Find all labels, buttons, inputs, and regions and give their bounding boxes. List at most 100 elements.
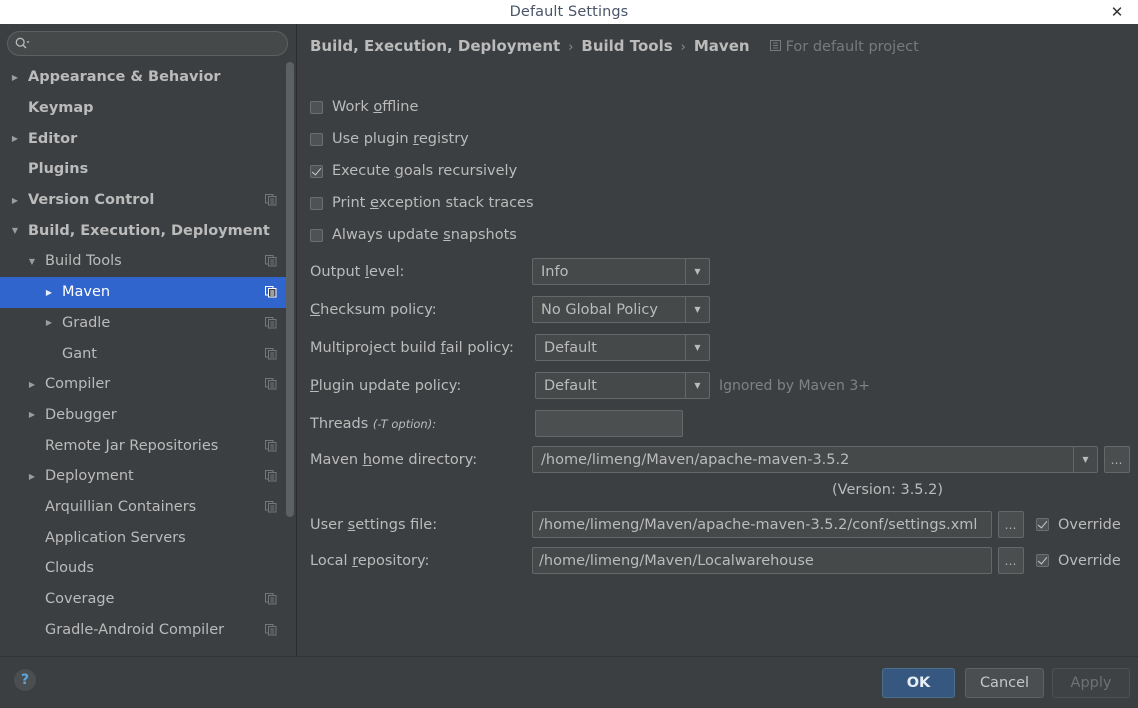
maven-home-directory-value[interactable]: /home/limeng/Maven/apache-maven-3.5.2: [533, 452, 1073, 468]
breadcrumb-item-build-tools[interactable]: Build Tools: [581, 37, 672, 55]
user-settings-browse-button[interactable]: …: [998, 511, 1024, 538]
sidebar-item-gant[interactable]: ▶Gant: [0, 338, 289, 369]
maven-version-text: (Version: 3.5.2): [832, 482, 944, 498]
close-icon[interactable]: ✕: [1104, 0, 1130, 24]
search-box[interactable]: [7, 31, 288, 56]
sidebar-item-coverage[interactable]: ▶Coverage: [0, 584, 289, 615]
chevron-right-icon[interactable]: ▶: [8, 196, 22, 205]
checkbox-box[interactable]: [1036, 554, 1049, 567]
window-titlebar: Default Settings ✕: [0, 0, 1138, 24]
search-input[interactable]: [32, 36, 272, 51]
chevron-right-icon[interactable]: ▶: [42, 288, 56, 297]
sidebar-item-version-control[interactable]: ▶ Version Control: [0, 185, 289, 216]
checkbox-label: Override: [1058, 552, 1121, 569]
chevron-right-icon[interactable]: ▶: [25, 472, 39, 481]
search-icon: [15, 37, 30, 50]
sidebar-item-build-execution-deployment[interactable]: ▼ Build, Execution, Deployment: [0, 215, 289, 246]
sidebar-item-gradle[interactable]: ▶ Gradle: [0, 308, 289, 339]
chevron-right-icon[interactable]: ▶: [25, 380, 39, 389]
checkbox-execute-goals-recursively[interactable]: Execute goals recursively: [310, 163, 517, 179]
chevron-down-icon[interactable]: ▼: [25, 257, 39, 266]
local-repository-browse-button[interactable]: …: [998, 547, 1024, 574]
sidebar-item-plugins[interactable]: ▶Plugins: [0, 154, 289, 185]
maven-home-browse-button[interactable]: …: [1104, 446, 1130, 473]
chevron-down-icon[interactable]: ▼: [685, 297, 709, 322]
cancel-button[interactable]: Cancel: [965, 668, 1044, 698]
sidebar-item-gradle-android-compiler[interactable]: ▶Gradle-Android Compiler: [0, 614, 289, 645]
breadcrumb-item-build-execution-deployment[interactable]: Build, Execution, Deployment: [310, 37, 560, 55]
checkbox-work-offline[interactable]: Work offline: [310, 99, 418, 115]
sidebar-item-label: Gant: [62, 345, 97, 362]
threads-input[interactable]: [535, 410, 683, 437]
project-scope-label: For default project: [785, 39, 919, 55]
sidebar-item-label: Maven: [62, 284, 111, 301]
field-row-plugin-update-policy: Plugin update policy: Default ▼ Ignored …: [310, 372, 870, 399]
plugin-update-policy-note: Ignored by Maven 3+: [719, 377, 870, 394]
sidebar-item-deployment[interactable]: ▶ Deployment: [0, 461, 289, 492]
checkbox-box[interactable]: [310, 100, 323, 114]
maven-home-directory-dropdown[interactable]: /home/limeng/Maven/apache-maven-3.5.2 ▼: [532, 446, 1098, 473]
checksum-policy-dropdown[interactable]: No Global Policy ▼: [532, 296, 710, 323]
user-settings-file-input[interactable]: /home/limeng/Maven/apache-maven-3.5.2/co…: [532, 511, 992, 538]
maven-version-row: (Version: 3.5.2): [832, 482, 943, 498]
checkbox-user-settings-override[interactable]: Override: [1036, 517, 1121, 533]
chevron-down-icon[interactable]: ▼: [1073, 447, 1097, 472]
sidebar-item-label: Plugins: [28, 161, 89, 178]
search-input-container[interactable]: [7, 31, 288, 56]
checkbox-label: Override: [1058, 516, 1121, 533]
chevron-right-icon[interactable]: ▶: [8, 73, 22, 82]
sidebar-scrollbar-thumb[interactable]: [286, 62, 294, 517]
sidebar-item-label: Build Tools: [45, 253, 122, 270]
sidebar-item-arquillian-containers[interactable]: ▶Arquillian Containers: [0, 492, 289, 523]
checkbox-local-repository-override[interactable]: Override: [1036, 553, 1121, 569]
local-repository-input[interactable]: /home/limeng/Maven/Localwarehouse: [532, 547, 992, 574]
sidebar-item-maven[interactable]: ▶ Maven: [0, 276, 289, 308]
checkbox-box[interactable]: [310, 132, 323, 146]
sidebar-item-keymap[interactable]: ▶Keymap: [0, 93, 289, 124]
sidebar-item-label: Appearance & Behavior: [28, 69, 221, 86]
checkbox-print-exception-stack-traces[interactable]: Print exception stack traces: [310, 195, 534, 211]
sidebar-item-label: Debugger: [45, 406, 117, 423]
output-level-label: Output level:: [310, 263, 405, 280]
chevron-down-icon[interactable]: ▼: [685, 259, 709, 284]
checkbox-label: Execute goals recursively: [332, 163, 518, 179]
checkbox-box[interactable]: [310, 196, 323, 210]
sidebar-item-compiler[interactable]: ▶ Compiler: [0, 369, 289, 400]
multiproject-fail-policy-dropdown[interactable]: Default ▼: [535, 334, 710, 361]
checkbox-box[interactable]: [1036, 518, 1049, 531]
sidebar-item-build-tools[interactable]: ▼ Build Tools: [0, 246, 289, 277]
sidebar-item-clouds[interactable]: ▶Clouds: [0, 553, 289, 584]
chevron-right-icon[interactable]: ▶: [42, 318, 56, 327]
help-icon[interactable]: ?: [14, 669, 36, 691]
chevron-right-icon[interactable]: ▶: [25, 410, 39, 419]
chevron-down-icon[interactable]: ▼: [685, 373, 709, 398]
sidebar-item-label: Arquillian Containers: [45, 498, 197, 515]
sidebar-item-remote-jar-repositories[interactable]: ▶Remote Jar Repositories: [0, 430, 289, 461]
sidebar-scrollbar[interactable]: [286, 62, 294, 656]
ok-button[interactable]: OK: [882, 668, 955, 698]
sidebar-item-label: Coverage: [45, 591, 115, 608]
copy-settings-icon: [265, 255, 277, 267]
sidebar-item-application-servers[interactable]: ▶Application Servers: [0, 522, 289, 553]
apply-button[interactable]: Apply: [1052, 668, 1130, 698]
checkbox-use-plugin-registry[interactable]: Use plugin registry: [310, 131, 469, 147]
chevron-down-icon[interactable]: ▼: [8, 226, 22, 235]
plugin-update-policy-label: Plugin update policy:: [310, 377, 462, 394]
sidebar-item-appearance-behavior[interactable]: ▶ Appearance & Behavior: [0, 62, 289, 93]
chevron-right-icon[interactable]: ▶: [8, 134, 22, 143]
sidebar-item-debugger[interactable]: ▶ Debugger: [0, 400, 289, 431]
sidebar-item-editor[interactable]: ▶ Editor: [0, 123, 289, 154]
sidebar-item-label: Compiler: [45, 376, 111, 393]
checkbox-box[interactable]: [310, 164, 323, 178]
checkbox-box[interactable]: [310, 228, 323, 242]
sidebar-item-label: Application Servers: [45, 529, 186, 546]
breadcrumb-item-maven[interactable]: Maven: [694, 37, 750, 55]
plugin-update-policy-dropdown[interactable]: Default ▼: [535, 372, 710, 399]
checkbox-always-update-snapshots[interactable]: Always update snapshots: [310, 227, 517, 243]
breadcrumb: Build, Execution, Deployment › Build Too…: [310, 37, 919, 55]
checkbox-label: Always update snapshots: [332, 227, 517, 243]
output-level-dropdown[interactable]: Info ▼: [532, 258, 710, 285]
plugin-update-policy-value: Default: [544, 377, 597, 394]
chevron-down-icon[interactable]: ▼: [685, 335, 709, 360]
copy-settings-icon: [265, 439, 277, 452]
